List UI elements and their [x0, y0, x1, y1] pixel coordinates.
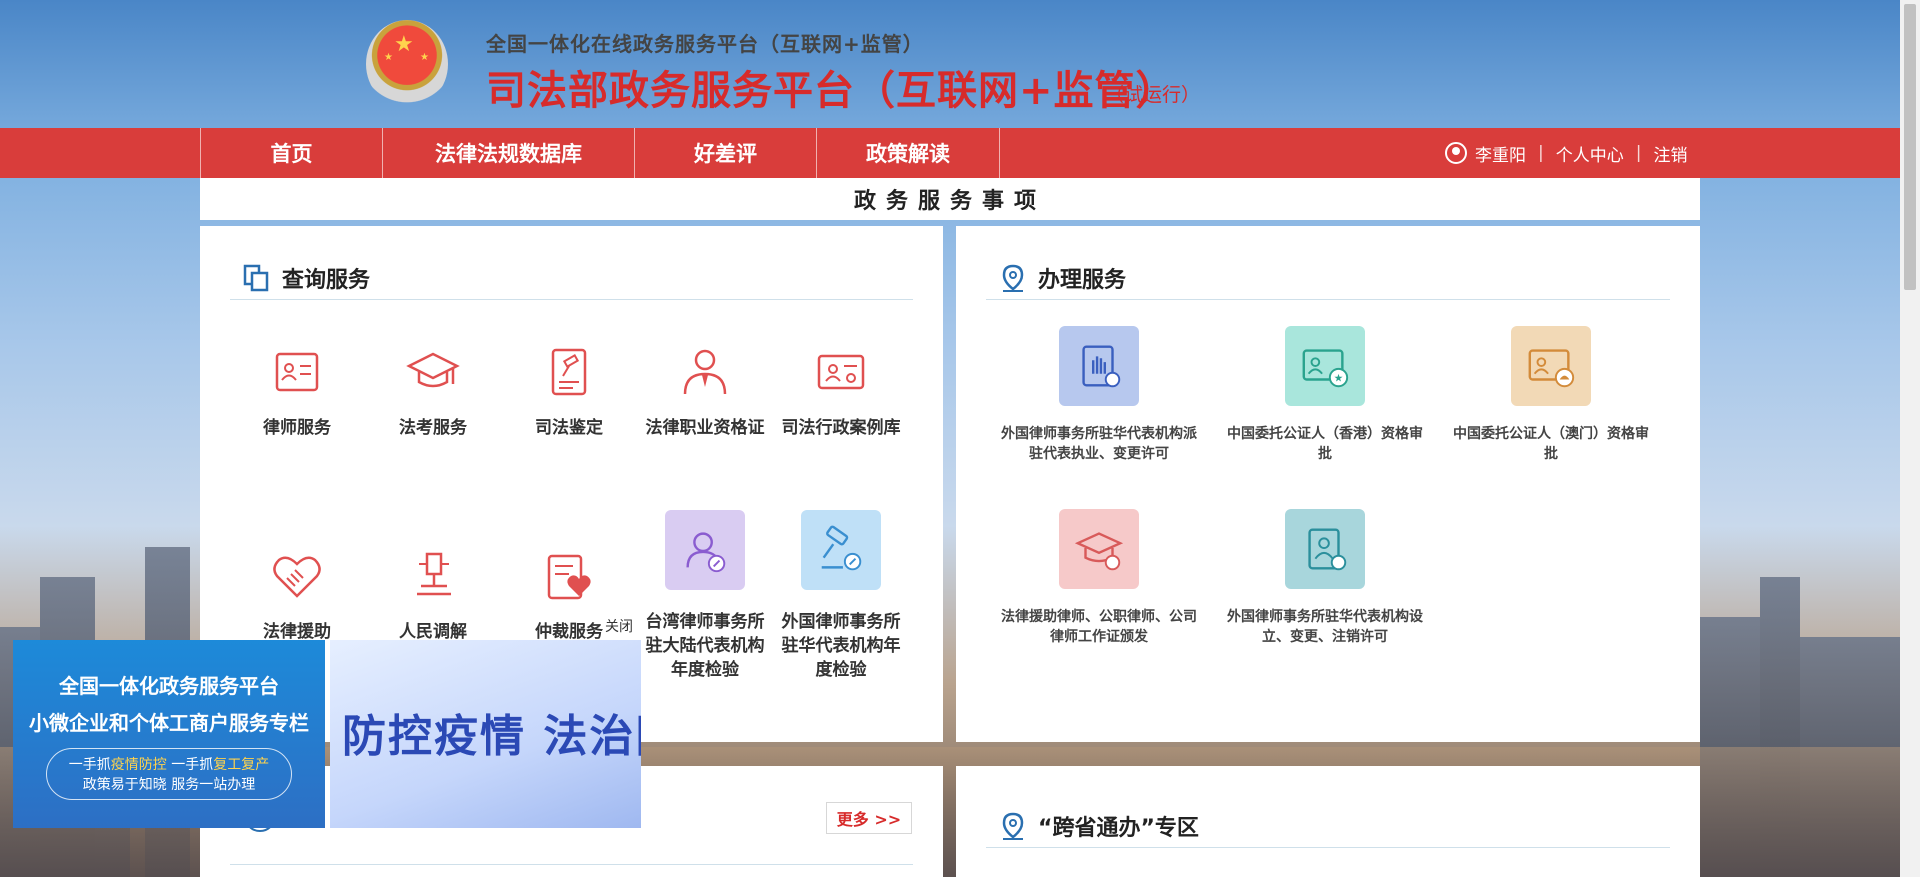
svg-text:★: ★	[1334, 372, 1344, 384]
location-pin-icon	[1002, 264, 1024, 292]
handle-item-label: 中国委托公证人（香港）资格审批	[1227, 426, 1423, 462]
ad-line-1: 全国一体化政务服务平台	[59, 674, 279, 698]
hand-book-icon	[1059, 326, 1139, 406]
vertical-scrollbar[interactable]	[1900, 0, 1920, 877]
query-item-legal-qualification[interactable]: 法律职业资格证	[640, 344, 770, 440]
ad-close-button[interactable]: 关闭	[605, 616, 633, 636]
query-item-label: 法考服务	[399, 418, 467, 438]
nav-separator: |	[1635, 143, 1642, 163]
handle-item-foreign-office-license[interactable]: 外国律师事务所驻华代表机构设立、变更、注销许可	[1225, 509, 1425, 647]
handle-item-label: 中国委托公证人（澳门）资格审批	[1453, 426, 1649, 462]
nav-item-home[interactable]: 首页	[201, 128, 383, 178]
query-item-legal-aid[interactable]: 法律援助	[232, 548, 362, 644]
national-emblem-logo: ★ ★ ★	[366, 20, 448, 108]
person-tie-icon	[683, 349, 727, 395]
user-icon	[1445, 142, 1467, 164]
book-person-icon	[1285, 509, 1365, 589]
gavel-check-icon	[801, 510, 881, 590]
location-pin-icon	[1002, 812, 1024, 840]
main-nav: 首页 法律法规数据库 好差评 政策解读 李重阳 | 个人中心 | 注销	[0, 128, 1900, 178]
query-item-label: 司法行政案例库	[781, 418, 901, 438]
query-item-exam-service[interactable]: 法考服务	[368, 344, 498, 440]
handle-item-foreign-representative-license[interactable]: 外国律师事务所驻华代表机构派驻代表执业、变更许可	[999, 326, 1199, 464]
platform-title: 司法部政务服务平台（互联网+监管）	[486, 68, 1177, 114]
handle-services-title: 办理服务	[1038, 267, 1127, 293]
trial-label: （试运行）	[1105, 84, 1201, 106]
document-gavel-icon	[551, 348, 587, 396]
epidemic-rule-of-law-ad-banner[interactable]: 防控疫情 法治同行	[330, 640, 641, 828]
nav-item-policy[interactable]: 政策解读	[817, 128, 1000, 178]
section-title-bar: 政务服务事项	[200, 178, 1700, 220]
clipboard-heart-icon	[547, 554, 591, 600]
id-card-star-icon: ★	[1285, 326, 1365, 406]
handshake-heart-icon	[273, 556, 321, 598]
query-item-judicial-appraisal[interactable]: 司法鉴定	[504, 344, 634, 440]
query-item-foreign-office-inspection[interactable]: 外国律师事务所驻华代表机构年度检验	[776, 510, 906, 682]
handle-item-lawyer-work-permit[interactable]: 法律援助律师、公职律师、公司律师工作证颁发	[999, 509, 1199, 647]
query-item-lawyer-service[interactable]: 律师服务	[232, 344, 362, 440]
handle-item-macau-notary[interactable]: 中国委托公证人（澳门）资格审批	[1451, 326, 1651, 464]
graduation-cap-icon	[406, 352, 460, 388]
handle-item-label: 外国律师事务所驻华代表机构派驻代表执业、变更许可	[1001, 426, 1197, 462]
user-name-link[interactable]: 李重阳	[1475, 141, 1526, 166]
section-title: 政务服务事项	[853, 189, 1046, 214]
query-item-mediation[interactable]: 人民调解	[368, 548, 498, 644]
nav-separator: |	[1538, 143, 1544, 163]
small-business-ad-banner[interactable]: 全国一体化政务服务平台 小微企业和个体工商户服务专栏 一手抓疫情防控 一手抓复工…	[13, 640, 325, 828]
query-item-label: 台湾律师事务所驻大陆代表机构年度检验	[645, 612, 765, 680]
cross-province-panel: “跨省通办”专区	[956, 766, 1700, 877]
handle-item-hk-notary[interactable]: ★ 中国委托公证人（香港）资格审批	[1225, 326, 1425, 464]
query-item-case-library[interactable]: 司法行政案例库	[776, 344, 906, 440]
ad-line-2: 小微企业和个体工商户服务专栏	[29, 711, 309, 735]
id-card-lotus-icon	[1511, 326, 1591, 406]
gavel-icon	[417, 552, 451, 596]
ad-slogan: 一手抓疫情防控 一手抓复工复产 政策易于知晓 服务一站办理	[46, 748, 292, 800]
cap-certificate-icon	[1059, 509, 1139, 589]
query-item-label: 律师服务	[263, 418, 331, 438]
nav-item-law-database[interactable]: 法律法规数据库	[383, 128, 635, 178]
lawyer-card-icon	[275, 352, 319, 392]
nav-item-rating[interactable]: 好差评	[635, 128, 817, 178]
handle-services-panel: 办理服务 外国律师事务所驻华代表机构派驻代表执业、变更许可 ★ 中国委托公证人（…	[956, 226, 1700, 742]
person-pen-icon	[665, 510, 745, 590]
platform-subtitle: 全国一体化在线政务服务平台（互联网+监管）	[486, 32, 924, 56]
query-services-title: 查询服务	[282, 267, 371, 293]
scrollbar-thumb[interactable]	[1904, 4, 1916, 290]
handle-item-label: 法律援助律师、公职律师、公司律师工作证颁发	[1001, 609, 1197, 645]
ad2-slogan: 防控疫情 法治同行	[342, 711, 641, 762]
query-service-icon	[243, 264, 269, 291]
logout-link[interactable]: 注销	[1653, 141, 1687, 166]
site-header: ★ ★ ★ 全国一体化在线政务服务平台（互联网+监管） 司法部政务服务平台（互联…	[0, 0, 1900, 128]
handle-item-label: 外国律师事务所驻华代表机构设立、变更、注销许可	[1227, 609, 1423, 645]
query-item-label: 司法鉴定	[535, 418, 603, 438]
query-item-label: 外国律师事务所驻华代表机构年度检验	[781, 612, 901, 680]
cross-province-title: “跨省通办”专区	[1038, 815, 1199, 841]
user-area: 李重阳 | 个人中心 | 注销	[1445, 128, 1687, 178]
personal-center-link[interactable]: 个人中心	[1556, 141, 1624, 166]
query-item-taiwan-office-inspection[interactable]: 台湾律师事务所驻大陆代表机构年度检验	[640, 510, 770, 682]
case-card-icon	[817, 354, 865, 390]
query-item-label: 法律职业资格证	[645, 418, 765, 438]
more-button[interactable]: 更多 >>	[826, 802, 912, 834]
